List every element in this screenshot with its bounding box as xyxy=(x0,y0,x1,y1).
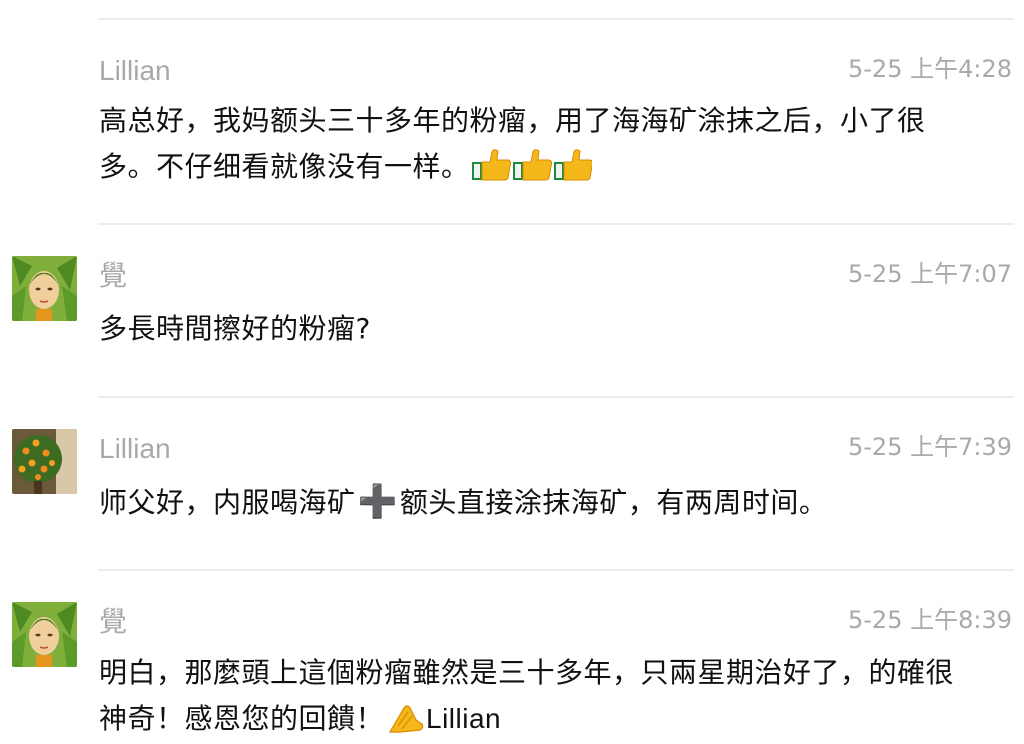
green-leaf-portrait-avatar xyxy=(12,256,77,321)
mention-name[interactable]: Lillian xyxy=(426,703,501,734)
thumbs-up-icon xyxy=(471,148,592,182)
comment-timestamp: 5-25 上午8:39 xyxy=(848,606,1012,634)
avatar[interactable] xyxy=(12,256,77,321)
comment-text: 多長時間擦好的粉瘤? xyxy=(99,312,371,345)
comment-timestamp: 5-25 上午7:39 xyxy=(848,433,1012,461)
avatar[interactable] xyxy=(12,429,77,494)
commenter-name[interactable]: 覺 xyxy=(99,605,127,639)
orange-tree-avatar xyxy=(12,429,77,494)
comment-timestamp: 5-25 上午7:07 xyxy=(848,260,1012,288)
comment-thread: Lillian 5-25 上午4:28 高总好，我妈额头三十多年的粉瘤，用了海海… xyxy=(0,0,1024,744)
commenter-name[interactable]: Lillian xyxy=(99,54,171,88)
folded-hands-icon xyxy=(386,702,426,734)
green-leaf-portrait-avatar xyxy=(12,602,77,667)
divider xyxy=(98,18,1014,20)
comment-text-part: 额头直接涂抹海矿，有两周时间。 xyxy=(399,486,828,519)
comment-text-part: 师父好，内服喝海矿 xyxy=(99,486,356,519)
comment-timestamp: 5-25 上午4:28 xyxy=(848,55,1012,83)
divider xyxy=(98,396,1014,398)
comment-text: 明白，那麼頭上這個粉瘤雖然是三十多年，只兩星期治好了，的確很神奇！感恩您的回饋！… xyxy=(99,650,959,742)
commenter-name[interactable]: 覺 xyxy=(99,259,127,293)
comment-text: 高总好，我妈额头三十多年的粉瘤，用了海海矿涂抹之后，小了很多。不仔细看就像没有一… xyxy=(99,98,959,190)
comment-text: 师父好，内服喝海矿➕额头直接涂抹海矿，有两周时间。 xyxy=(99,478,959,526)
plus-icon: ➕ xyxy=(357,482,398,520)
commenter-name[interactable]: Lillian xyxy=(99,432,171,466)
comment-text-body: 明白，那麼頭上這個粉瘤雖然是三十多年，只兩星期治好了，的確很神奇！感恩您的回饋！ xyxy=(99,656,955,735)
divider xyxy=(98,223,1014,225)
avatar[interactable] xyxy=(12,602,77,667)
divider xyxy=(98,569,1014,571)
